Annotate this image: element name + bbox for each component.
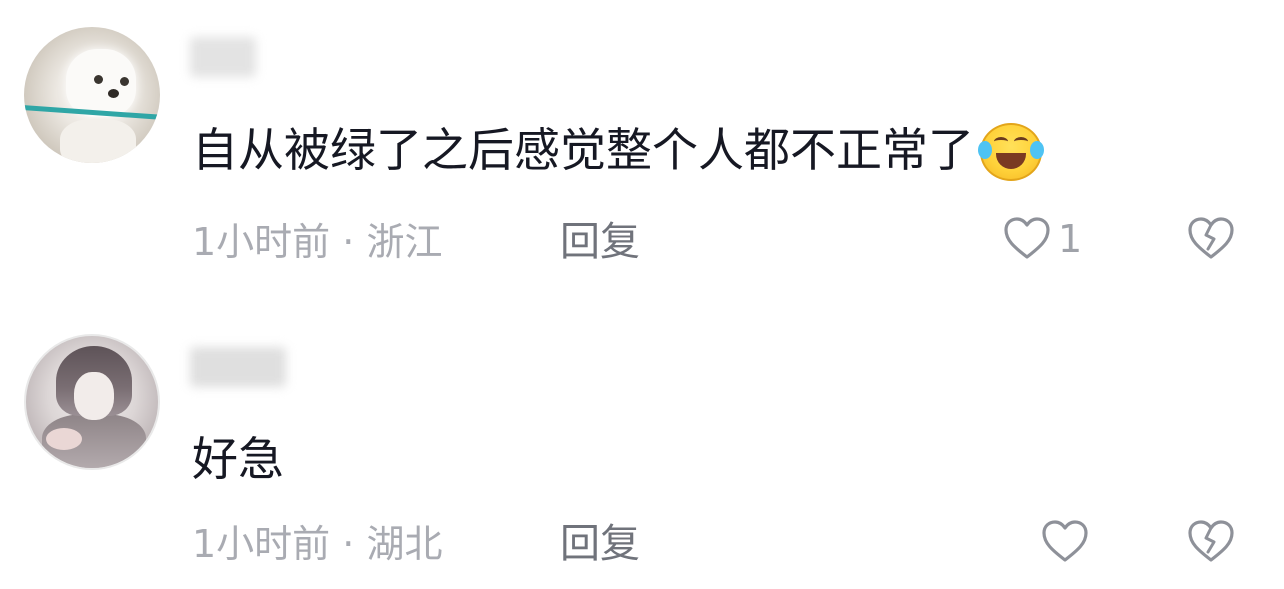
meta-separator: · [342,522,355,566]
reply-button[interactable]: 回复 [560,520,640,568]
avatar-dog-eye [120,77,129,86]
user-avatar[interactable] [24,27,160,163]
emoji-eye [994,136,1008,146]
comment-text: 自从被绿了之后感觉整个人都不正常了 [192,122,1044,181]
comment-meta: 1小时前 · 湖北 回复 [192,520,640,568]
like-count: 1 [1058,217,1083,261]
comment-time: 1小时前 [192,220,331,264]
username-blurred[interactable] [190,347,286,387]
comment-item: 自从被绿了之后感觉整个人都不正常了 1小时前 · 浙江 回复 1 [0,0,1284,300]
username-blurred[interactable] [190,37,256,77]
like-button[interactable] [1040,518,1096,566]
emoji-eye [1014,136,1028,146]
laughing-crying-emoji-icon [978,121,1044,181]
comment-location: 湖北 [366,522,443,566]
emoji-tear [978,140,992,159]
avatar-anime-hand [46,428,82,450]
comment-text-content: 好急 [192,432,284,486]
comment-list: 自从被绿了之后感觉整个人都不正常了 1小时前 · 浙江 回复 1 好急 1小时前… [0,0,1284,589]
user-avatar[interactable] [24,334,160,470]
reply-button[interactable]: 回复 [560,218,640,266]
avatar-dog-body [60,119,136,163]
comment-time: 1小时前 [192,522,331,566]
avatar-dog-nose [108,89,119,98]
emoji-tear [1030,140,1044,159]
heart-outline-icon [1042,520,1088,562]
avatar-dog-eye [94,75,103,84]
comment-meta: 1小时前 · 浙江 回复 [192,218,640,266]
broken-heart-icon[interactable] [1186,215,1236,263]
broken-heart-icon[interactable] [1186,518,1236,566]
like-button[interactable]: 1 [1002,215,1082,263]
meta-separator: · [342,220,355,264]
avatar-anime-face [74,372,114,420]
comment-text: 好急 [192,431,284,487]
comment-text-content: 自从被绿了之后感觉整个人都不正常了 [192,123,974,177]
heart-outline-icon [1004,217,1050,259]
comment-location: 浙江 [366,220,443,264]
